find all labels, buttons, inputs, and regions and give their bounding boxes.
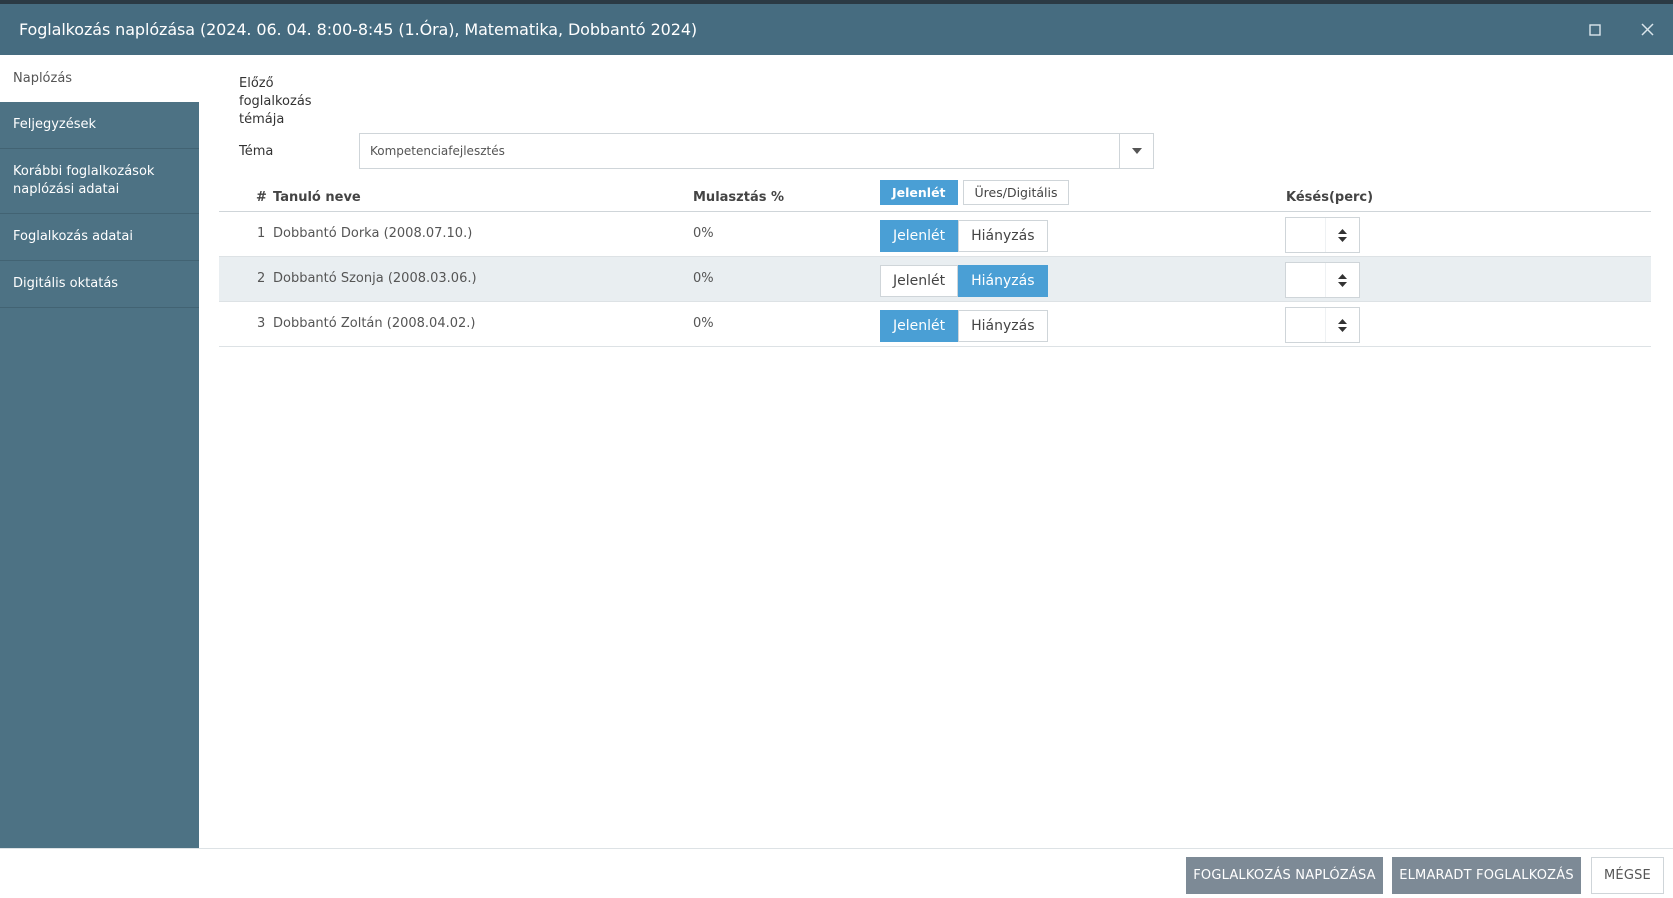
absence-percent: 0% — [693, 226, 714, 241]
log-session-button[interactable]: FOGLALKOZÁS NAPLÓZÁSA — [1186, 857, 1383, 894]
bulk-empty-digital-button[interactable]: Üres/Digitális — [962, 180, 1070, 205]
stepper-arrows[interactable] — [1325, 218, 1359, 252]
absent-button[interactable]: Hiányzás — [958, 265, 1048, 297]
sidebar: Naplózás Feljegyzések Korábbi foglalkozá… — [0, 55, 199, 848]
chevron-down-icon[interactable] — [1338, 326, 1347, 332]
lateness-stepper[interactable] — [1285, 217, 1360, 253]
topic-select-value: Kompetenciafejlesztés — [370, 144, 505, 158]
column-header-lateness: Késés(perc) — [1286, 190, 1374, 205]
topic-select[interactable]: Kompetenciafejlesztés — [359, 133, 1154, 169]
bulk-present-button[interactable]: Jelenlét — [880, 180, 958, 205]
missed-session-button[interactable]: ELMARADT FOGLALKOZÁS — [1392, 857, 1581, 894]
sidebar-item-digitalis-oktatas[interactable]: Digitális oktatás — [0, 261, 199, 308]
maximize-icon[interactable] — [1569, 4, 1621, 55]
present-button[interactable]: Jelenlét — [880, 310, 959, 342]
column-header-absence-percent: Mulasztás % — [693, 190, 784, 205]
cancel-button[interactable]: MÉGSE — [1591, 857, 1664, 894]
absent-button[interactable]: Hiányzás — [958, 310, 1048, 342]
absence-percent: 0% — [693, 271, 714, 286]
dialog-footer: FOGLALKOZÁS NAPLÓZÁSA ELMARADT FOGLALKOZ… — [0, 848, 1673, 898]
dialog-title: Foglalkozás naplózása (2024. 06. 04. 8:0… — [19, 20, 698, 39]
lateness-input[interactable] — [1286, 218, 1326, 252]
main-content: Előző foglalkozás témája Téma Kompetenci… — [199, 55, 1673, 848]
chevron-up-icon[interactable] — [1338, 318, 1347, 324]
stepper-arrows[interactable] — [1325, 308, 1359, 342]
table-row: 1 Dobbantó Dorka (2008.07.10.) 0% Jelenl… — [219, 212, 1651, 257]
absent-button[interactable]: Hiányzás — [958, 220, 1048, 252]
chevron-up-icon[interactable] — [1338, 228, 1347, 234]
column-header-student-name: Tanuló neve — [273, 190, 361, 205]
close-icon[interactable] — [1621, 4, 1673, 55]
attendance-toggle: Jelenlét Hiányzás — [880, 265, 1048, 297]
table-row: 2 Dobbantó Szonja (2008.03.06.) 0% Jelen… — [219, 257, 1651, 302]
attendance-toggle: Jelenlét Hiányzás — [880, 310, 1048, 342]
chevron-down-icon[interactable] — [1338, 281, 1347, 287]
dropdown-arrow-icon[interactable] — [1119, 134, 1153, 168]
previous-topic-label: Előző foglalkozás témája — [239, 76, 312, 127]
sidebar-item-naplozas[interactable]: Naplózás — [0, 55, 199, 102]
student-name: Dobbantó Szonja (2008.03.06.) — [273, 271, 477, 286]
lateness-stepper[interactable] — [1285, 262, 1360, 298]
window-controls — [1569, 4, 1673, 55]
sidebar-item-feljegyzesek[interactable]: Feljegyzések — [0, 102, 199, 149]
chevron-down-icon[interactable] — [1338, 236, 1347, 242]
stepper-arrows[interactable] — [1325, 263, 1359, 297]
lateness-input[interactable] — [1286, 308, 1326, 342]
table-row: 3 Dobbantó Zoltán (2008.04.02.) 0% Jelen… — [219, 302, 1651, 347]
lateness-input[interactable] — [1286, 263, 1326, 297]
dialog-titlebar: Foglalkozás naplózása (2024. 06. 04. 8:0… — [0, 4, 1673, 55]
present-button[interactable]: Jelenlét — [880, 265, 959, 297]
student-name: Dobbantó Zoltán (2008.04.02.) — [273, 316, 476, 331]
bulk-attendance-toggle: Jelenlét Üres/Digitális — [880, 180, 1074, 205]
topic-label: Téma — [239, 144, 274, 159]
sidebar-item-korabbi-foglalkozasok[interactable]: Korábbi foglalkozások naplózási adatai — [0, 149, 199, 214]
sidebar-item-foglalkozas-adatai[interactable]: Foglalkozás adatai — [0, 214, 199, 261]
present-button[interactable]: Jelenlét — [880, 220, 959, 252]
student-name: Dobbantó Dorka (2008.07.10.) — [273, 226, 473, 241]
chevron-up-icon[interactable] — [1338, 273, 1347, 279]
row-number: 3 — [257, 316, 266, 331]
attendance-toggle: Jelenlét Hiányzás — [880, 220, 1048, 252]
absence-percent: 0% — [693, 316, 714, 331]
row-number: 2 — [257, 271, 266, 286]
row-number: 1 — [257, 226, 266, 241]
lateness-stepper[interactable] — [1285, 307, 1360, 343]
column-header-number: # — [256, 190, 267, 205]
